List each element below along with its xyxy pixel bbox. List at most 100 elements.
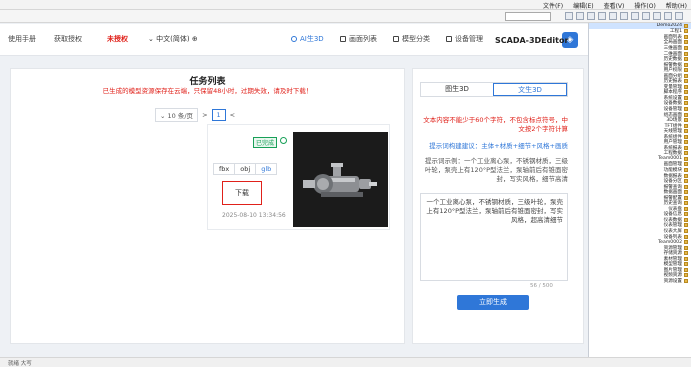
ai-icon (291, 36, 297, 42)
run-icon[interactable] (653, 12, 661, 20)
folder-icon (684, 267, 688, 272)
download-button[interactable]: 下载 (222, 181, 262, 205)
folder-icon (684, 245, 688, 250)
menu-item-operate[interactable]: 操作(O) (634, 1, 655, 10)
folder-icon (684, 278, 688, 283)
nav-screen-list[interactable]: 画面列表 (340, 34, 377, 44)
undo-icon[interactable] (631, 12, 639, 20)
next-page-icon[interactable]: > (202, 111, 207, 119)
chevron-down-icon: ⌄ (148, 35, 154, 43)
open-icon[interactable] (576, 12, 584, 20)
folder-icon (684, 229, 688, 233)
folder-icon (684, 240, 688, 245)
format-tab-obj[interactable]: obj (234, 164, 255, 174)
nav-device-management[interactable]: 设备管理 (446, 34, 483, 44)
new-icon[interactable] (565, 12, 573, 20)
category-icon (393, 36, 399, 42)
folder-icon (684, 162, 688, 167)
folder-icon (684, 106, 688, 111)
folder-icon (684, 45, 688, 50)
folder-icon (684, 84, 688, 89)
paste-icon[interactable] (620, 12, 628, 20)
folder-icon (684, 40, 688, 45)
folder-icon (684, 212, 688, 217)
menu-item-view[interactable]: 查看(V) (604, 1, 625, 10)
screen-icon (340, 36, 346, 42)
folder-icon (684, 167, 688, 172)
menu-item-help[interactable]: 帮助(H) (666, 1, 687, 10)
pagination: ⌄ 10 条/页 > 1 < (155, 108, 235, 122)
menu-item-file[interactable]: 文件(F) (543, 1, 563, 10)
tab-text-to-3d[interactable]: 文生3D (493, 83, 567, 96)
menu-items: 文件(F) 编辑(E) 查看(V) 操作(O) 帮助(H) (543, 1, 687, 10)
unauthorized-badge: 未授权 (107, 35, 128, 43)
storage-warning: 已生成的模型资源保存在云端，只保留48小时，过期失效，请及时下载！ (102, 87, 313, 95)
menubar: 文件(F) 编辑(E) 查看(V) 操作(O) 帮助(H) (0, 0, 691, 10)
app-name: SCADA-3DEditor (495, 36, 569, 45)
app-window: 文件(F) 编辑(E) 查看(V) 操作(O) 帮助(H) ◈ SCADA-3D… (0, 0, 691, 367)
globe-icon: ⊕ (191, 35, 198, 43)
status-bar: 就绪 大写 (0, 357, 691, 367)
model-thumbnail[interactable] (293, 132, 388, 227)
status-badge: 已完成 (253, 137, 278, 148)
task-timestamp: 2025-08-10 13:34:56 (222, 212, 286, 219)
folder-icon (684, 195, 688, 200)
nav-label: 模型分类 (402, 35, 430, 43)
page-size-select[interactable]: ⌄ 10 条/页 (155, 108, 199, 122)
folder-icon (684, 134, 688, 139)
folder-icon (684, 251, 688, 256)
nav-label: AI生3D (300, 35, 324, 43)
app-header: ◈ SCADA-3DEditor 设备管理 模型分类 画面列表 AI生3D ⌄ … (0, 24, 588, 56)
get-license-link[interactable]: 获取授权 (54, 34, 82, 44)
folder-icon (684, 68, 688, 73)
nav-model-category[interactable]: 模型分类 (393, 34, 430, 44)
folder-icon (684, 112, 688, 117)
folder-icon (684, 118, 688, 123)
tree-item[interactable]: 资源设置 (589, 278, 691, 284)
copy-icon[interactable] (609, 12, 617, 20)
format-tab-glb[interactable]: glb (255, 164, 276, 174)
folder-icon (684, 190, 688, 195)
folder-icon (684, 206, 688, 211)
format-tabs: fbx obj glb (213, 163, 278, 175)
folder-icon (684, 34, 688, 39)
save-icon[interactable] (587, 12, 595, 20)
folder-icon (684, 29, 688, 34)
prompt-textarea[interactable]: 一个工业离心泵，不锈钢材质，三级叶轮，泵壳上有120°P型法兰，泵轴前后有锥面密… (420, 193, 568, 281)
input-rule-note: 文本内容不能少于60个字符，不包含标点符号，中文按2个字符计算 (423, 116, 568, 133)
folder-icon (684, 23, 688, 28)
toolbar-icons (565, 12, 683, 20)
tab-image-to-3d[interactable]: 图生3D (421, 83, 493, 96)
help-icon[interactable] (675, 12, 683, 20)
folder-icon (684, 201, 688, 206)
chevron-down-icon: ⌄ (160, 112, 166, 120)
folder-icon (684, 123, 688, 128)
project-tree[interactable]: Demo2024 工程1 画面列表 全局画面 三维画面 二维画面 历史数据 报警数据 用户权限画… (588, 23, 691, 357)
char-counter: 56 / 500 (530, 283, 553, 289)
folder-icon (684, 156, 688, 161)
folder-icon (684, 73, 688, 78)
folder-icon (684, 90, 688, 95)
folder-icon (684, 234, 688, 239)
cut-icon[interactable] (598, 12, 606, 20)
prev-page-icon[interactable]: < (230, 111, 235, 119)
prompt-tip: 提示词构建建议：主体+材质+细节+风格+画质 (429, 142, 568, 150)
generate-button[interactable]: 立即生成 (457, 295, 529, 310)
nav-ai-3d[interactable]: AI生3D (291, 34, 324, 44)
language-label: 中文(简体) (156, 35, 190, 43)
folder-icon (684, 62, 688, 67)
folder-icon (684, 101, 688, 106)
redo-icon[interactable] (642, 12, 650, 20)
manual-link[interactable]: 使用手册 (8, 34, 36, 44)
folder-icon (684, 95, 688, 100)
menu-item-edit[interactable]: 编辑(E) (573, 1, 593, 10)
format-tab-fbx[interactable]: fbx (214, 164, 234, 174)
page-number[interactable]: 1 (211, 109, 226, 121)
device-icon (446, 36, 452, 42)
toolbar-search-select[interactable] (505, 12, 551, 21)
folder-icon (684, 51, 688, 56)
language-select[interactable]: ⌄ 中文(简体) ⊕ (148, 34, 198, 44)
prompt-example: 提示词示例：一个工业离心泵，不锈钢材质，三级叶轮，泵壳上有120°P型法兰，泵轴… (424, 157, 568, 183)
stop-icon[interactable] (664, 12, 672, 20)
folder-icon (684, 256, 688, 261)
